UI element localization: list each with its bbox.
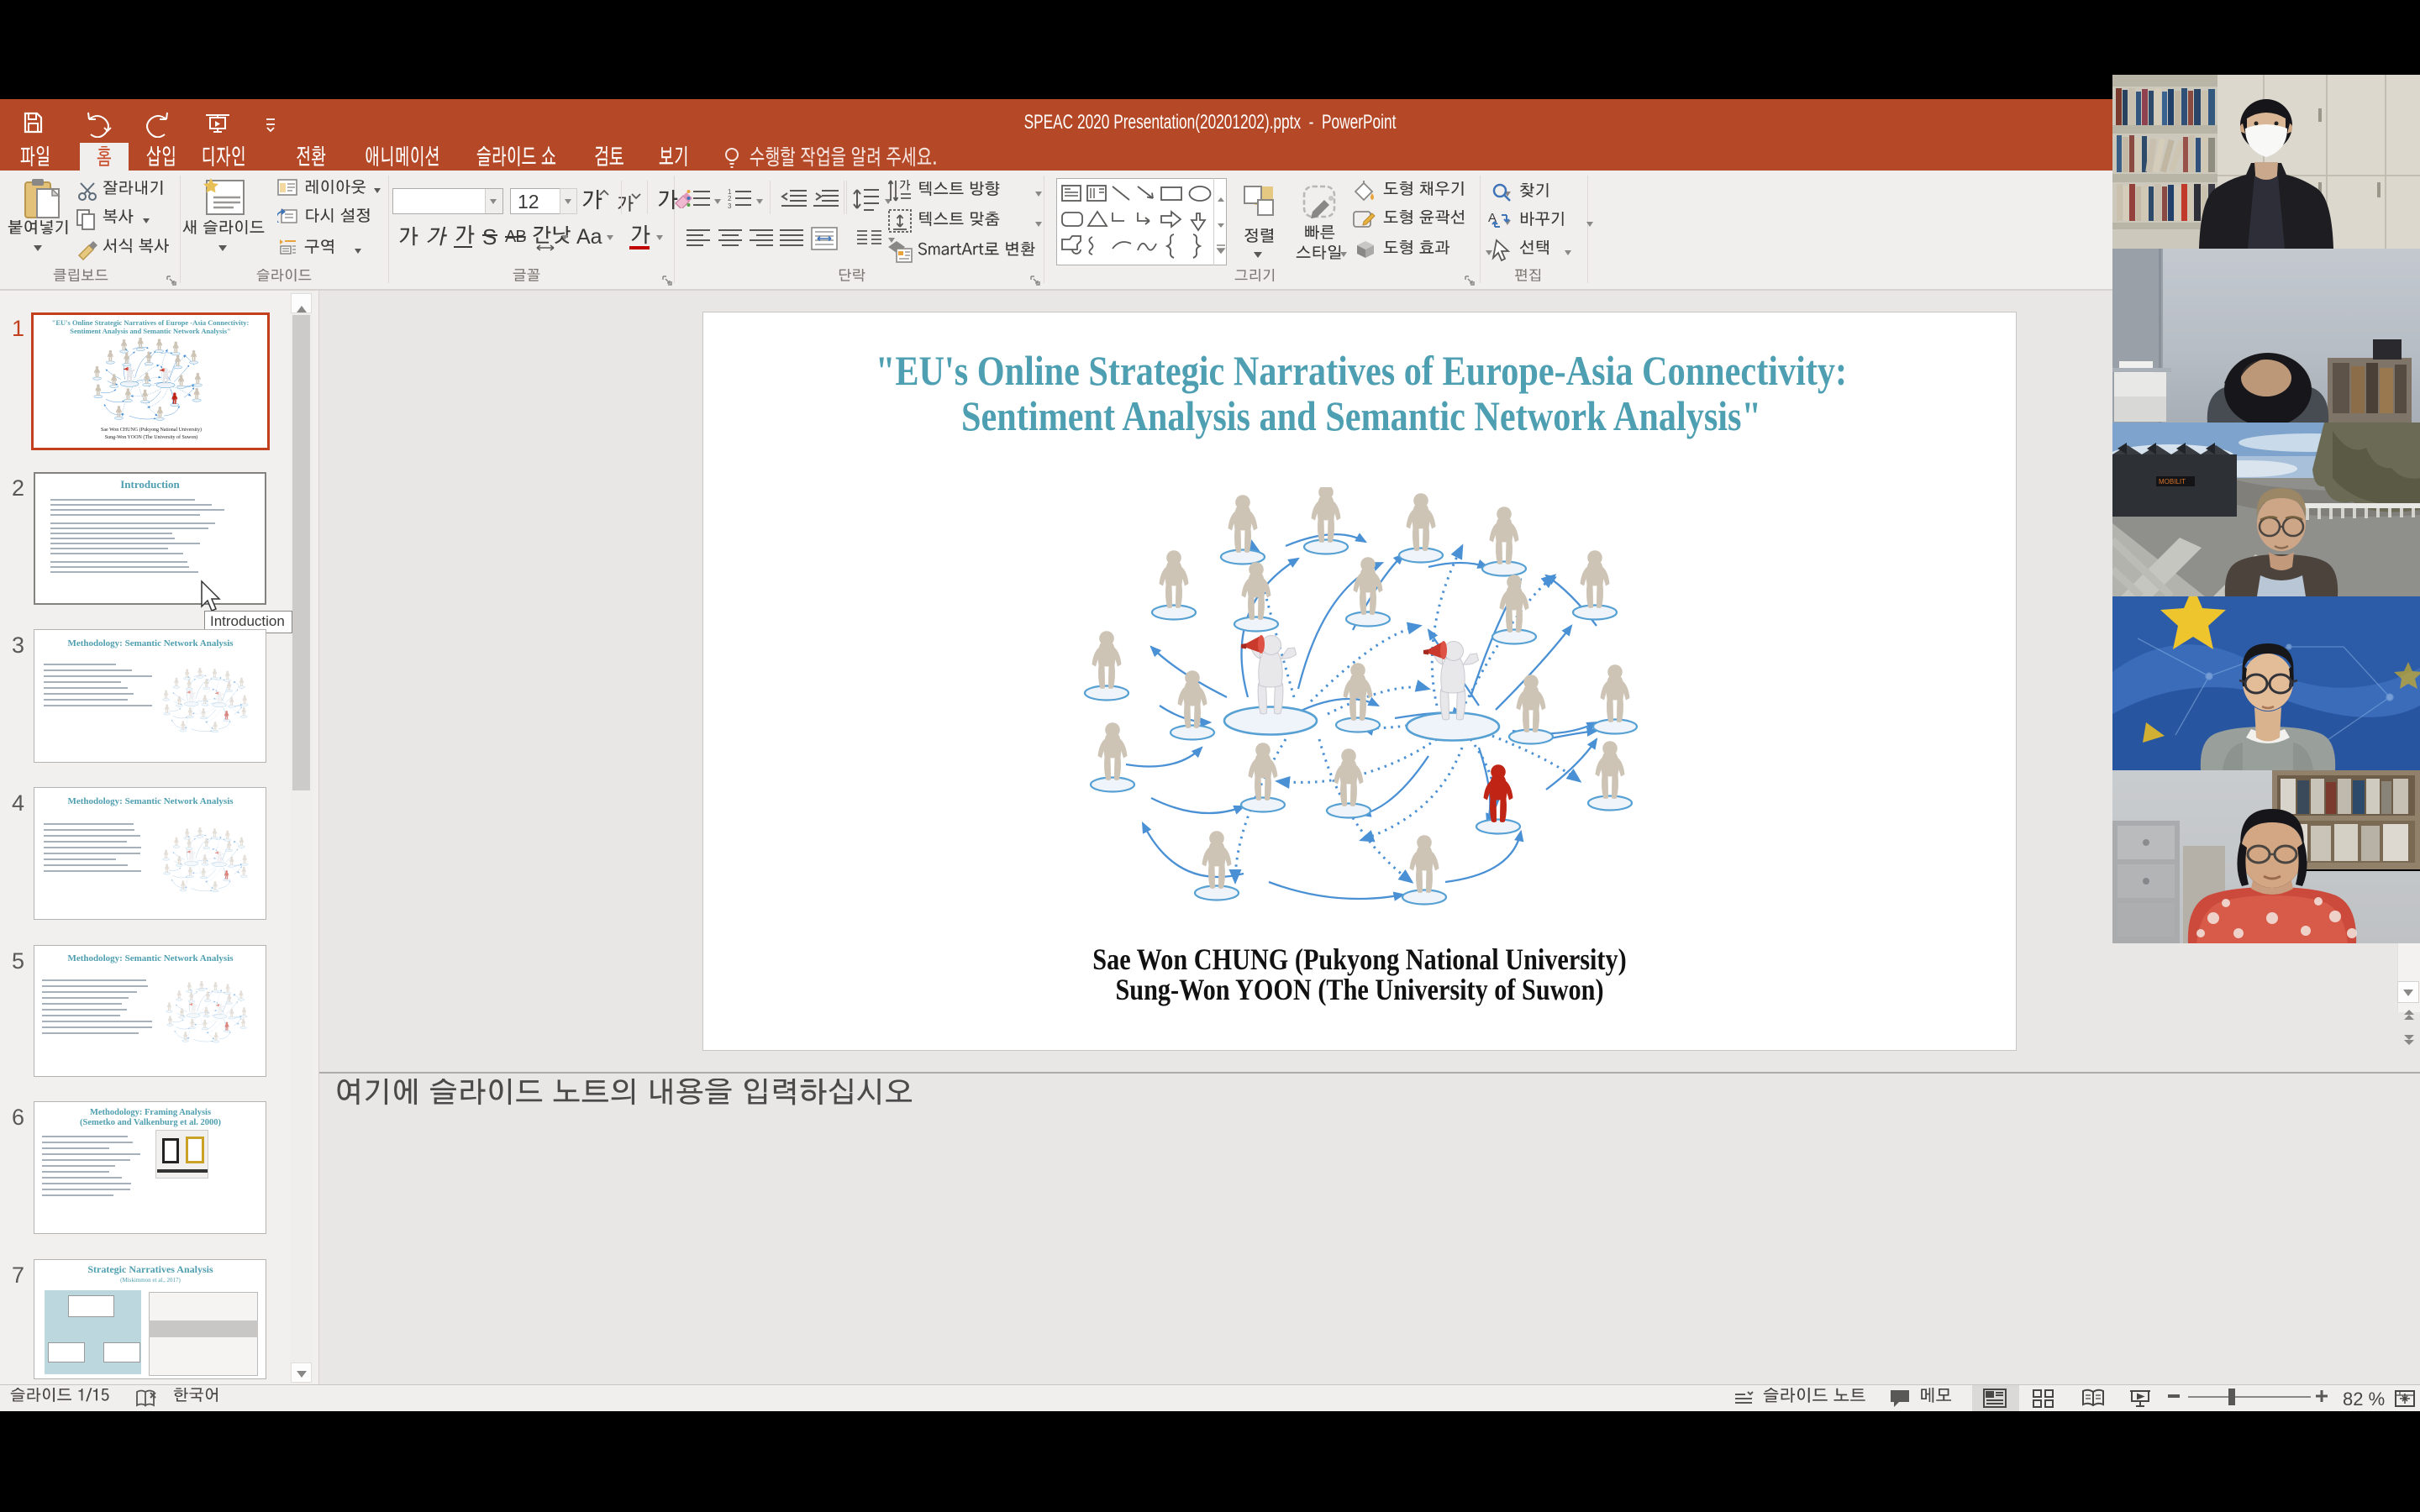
svg-text:MOBILIT: MOBILIT [2159, 478, 2186, 486]
svg-text:3: 3 [728, 202, 732, 210]
svg-text:2: 2 [728, 195, 732, 202]
